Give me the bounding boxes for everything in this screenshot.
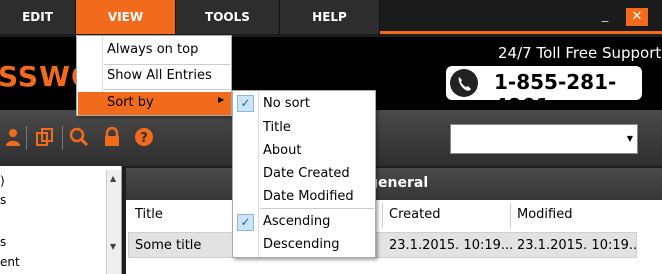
- menu-item-show-all-entries[interactable]: Show All Entries: [107, 68, 212, 83]
- menu-tab-help[interactable]: HELP: [280, 0, 380, 34]
- cell-modified: 23.1.2015. 10:19...: [517, 238, 642, 253]
- column-header-title[interactable]: Title: [135, 207, 163, 222]
- column-divider: [382, 203, 383, 228]
- lock-icon[interactable]: [101, 126, 123, 149]
- menu-item-title[interactable]: Title: [263, 120, 291, 135]
- menu-item-always-on-top[interactable]: Always on top: [107, 42, 198, 57]
- menu-item-about[interactable]: About: [263, 143, 301, 158]
- menu-tab-edit[interactable]: EDIT: [0, 0, 76, 34]
- search-icon[interactable]: [68, 127, 90, 149]
- cell-title: Some title: [135, 238, 202, 253]
- minimize-button[interactable]: _: [598, 9, 612, 23]
- tree-scrollbar[interactable]: ▲ ▼: [106, 170, 121, 274]
- phone-box: 1-855-281-4901: [446, 66, 642, 118]
- menu-item-no-sort[interactable]: No sort: [263, 96, 310, 111]
- menu-item-ascending[interactable]: Ascending: [263, 214, 330, 229]
- search-dropdown[interactable]: ▼: [450, 124, 638, 154]
- menu-gutter: [258, 91, 259, 257]
- grid-margin: [637, 200, 662, 274]
- menu-separator: [104, 64, 230, 65]
- cell-created: 23.1.2015. 10:19...: [389, 238, 514, 253]
- menu-separator: [260, 208, 374, 209]
- group-title: general: [368, 175, 429, 191]
- menu-item-date-modified[interactable]: Date Modified: [263, 189, 354, 204]
- column-divider: [510, 203, 511, 228]
- support-label: 24/7 Toll Free Support: [498, 44, 662, 62]
- group-tree[interactable]: ) s s ent: [0, 166, 122, 274]
- menu-item-date-created[interactable]: Date Created: [263, 166, 350, 181]
- scroll-up-icon[interactable]: ▲: [110, 174, 116, 183]
- toolbar-divider: [26, 126, 27, 150]
- column-header-created[interactable]: Created: [389, 207, 440, 222]
- help-icon[interactable]: ?: [133, 127, 155, 149]
- copy-icon[interactable]: [34, 127, 56, 149]
- user-icon[interactable]: [2, 127, 24, 149]
- menu-bar: EDIT VIEW TOOLS HELP _ ✕: [0, 0, 662, 34]
- menu-item-sort-by-highlight: [78, 92, 231, 115]
- tree-item[interactable]: ent: [0, 255, 20, 269]
- menu-gutter: [102, 36, 103, 92]
- menu-separator: [104, 89, 230, 90]
- close-button[interactable]: ✕: [626, 8, 648, 26]
- column-header-modified[interactable]: Modified: [517, 207, 572, 222]
- chevron-down-icon[interactable]: ▼: [627, 134, 633, 143]
- menu-item-sort-by[interactable]: Sort by: [107, 95, 154, 110]
- scroll-down-icon[interactable]: ▼: [110, 242, 116, 251]
- phone-icon: [450, 69, 478, 97]
- tree-item[interactable]: s: [0, 193, 6, 207]
- checkmark-icon: ✓: [237, 214, 254, 231]
- submenu-arrow-icon: ▶: [218, 95, 225, 104]
- tree-item[interactable]: ): [0, 174, 5, 188]
- menu-tab-tools[interactable]: TOOLS: [176, 0, 280, 34]
- svg-text:?: ?: [140, 131, 148, 146]
- toolbar-divider: [62, 126, 63, 150]
- checkmark-icon: ✓: [237, 95, 254, 112]
- menu-item-descending[interactable]: Descending: [263, 237, 340, 252]
- menu-tab-view[interactable]: VIEW: [76, 0, 176, 34]
- tree-item[interactable]: s: [0, 235, 6, 249]
